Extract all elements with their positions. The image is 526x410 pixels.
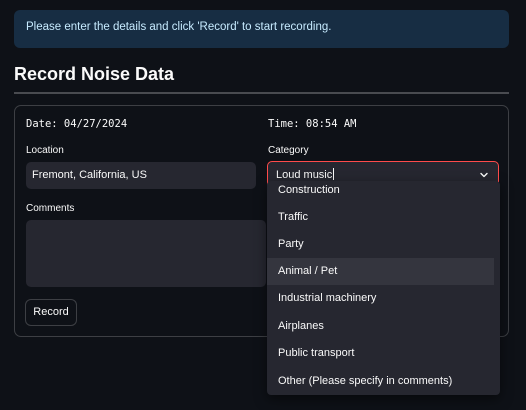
dropdown-option-other[interactable]: Other (Please specify in comments) xyxy=(267,368,494,395)
location-label: Location xyxy=(26,145,64,156)
comments-label: Comments xyxy=(26,203,75,214)
info-banner: Please enter the details and click 'Reco… xyxy=(14,10,509,48)
page-title: Record Noise Data xyxy=(14,64,175,84)
dropdown-scrollbar[interactable] xyxy=(494,181,500,395)
category-select-value: Loud music xyxy=(276,169,333,181)
dropdown-option-party[interactable]: Party xyxy=(267,231,494,258)
dropdown-option-airplanes[interactable]: Airplanes xyxy=(267,313,494,340)
dropdown-option-construction[interactable]: Construction xyxy=(267,181,494,204)
location-input[interactable]: Fremont, California, US xyxy=(26,162,256,189)
dropdown-option-traffic[interactable]: Traffic xyxy=(267,204,494,231)
dropdown-option-industrial-machinery[interactable]: Industrial machinery xyxy=(267,285,494,312)
dropdown-option-public-transport[interactable]: Public transport xyxy=(267,340,494,367)
title-divider xyxy=(14,92,509,94)
comments-textarea[interactable] xyxy=(26,220,266,287)
date-display: Date: 04/27/2024 xyxy=(26,118,128,130)
info-banner-text: Please enter the details and click 'Reco… xyxy=(26,21,332,33)
record-button[interactable]: Record xyxy=(25,299,77,326)
dropdown-option-animal-pet[interactable]: Animal / Pet xyxy=(267,258,494,285)
chevron-down-icon[interactable] xyxy=(479,170,489,180)
app-root: Please enter the details and click 'Reco… xyxy=(0,0,526,410)
time-display: Time: 08:54 AM xyxy=(268,118,357,130)
category-dropdown-menu: Construction Traffic Party Animal / Pet … xyxy=(267,181,500,395)
category-label: Category xyxy=(268,145,309,156)
